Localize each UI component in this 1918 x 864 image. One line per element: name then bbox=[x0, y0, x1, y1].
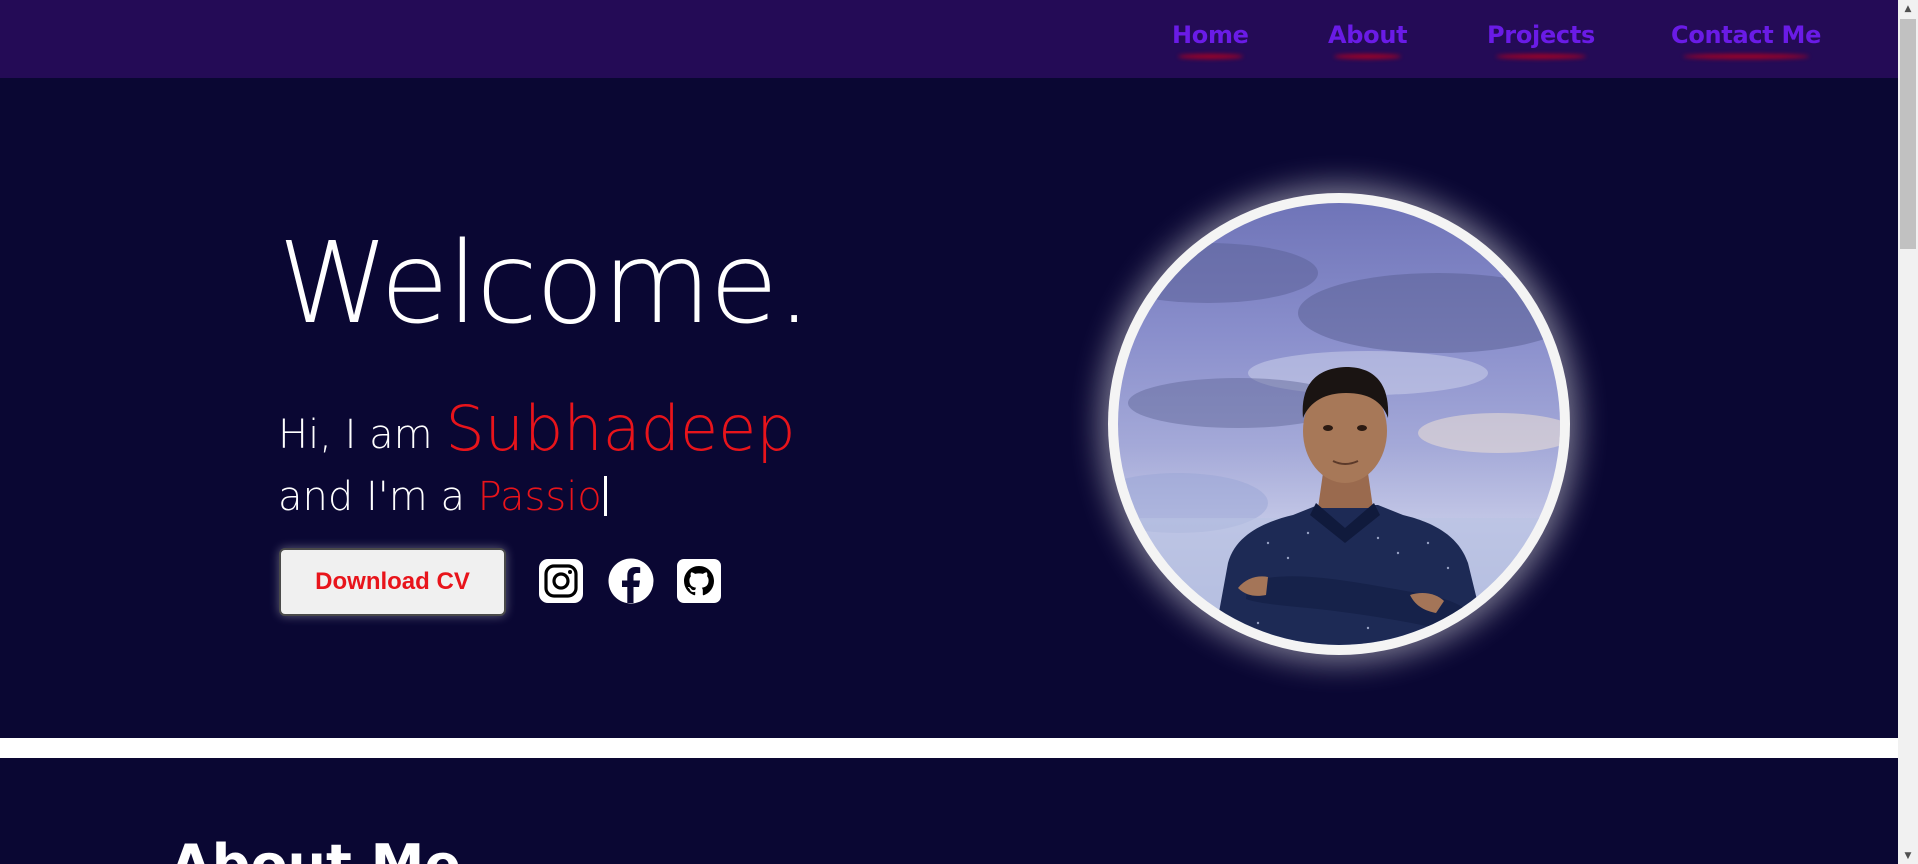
scrollbar[interactable]: ▲ ▼ bbox=[1898, 0, 1918, 864]
about-section: About Me bbox=[0, 758, 1898, 864]
nav-about-underline bbox=[1334, 54, 1401, 59]
nav-projects-link[interactable]: Projects bbox=[1487, 21, 1596, 59]
profile-frame bbox=[1108, 193, 1570, 655]
section-divider bbox=[0, 738, 1898, 758]
scroll-up-arrow-icon[interactable]: ▲ bbox=[1898, 0, 1918, 17]
nav-projects-label: Projects bbox=[1487, 21, 1596, 49]
scroll-down-arrow-icon[interactable]: ▼ bbox=[1898, 847, 1918, 864]
hero-name: Subhadeep bbox=[445, 392, 796, 465]
role-line: and I'm a Passio bbox=[278, 474, 607, 520]
profile-photo bbox=[1118, 203, 1560, 645]
top-navbar: Home About Projects Contact Me bbox=[0, 0, 1898, 78]
nav-projects-underline bbox=[1495, 54, 1587, 59]
nav-about-link[interactable]: About bbox=[1328, 21, 1408, 59]
nav-home-label: Home bbox=[1172, 21, 1249, 49]
typing-caret bbox=[603, 476, 607, 516]
role-prefix: and I'm a bbox=[278, 474, 478, 520]
facebook-icon[interactable] bbox=[608, 558, 654, 604]
download-cv-button[interactable]: Download CV bbox=[279, 548, 506, 616]
profile-photo-illustration bbox=[1118, 243, 1560, 645]
welcome-heading: Welcome. bbox=[278, 219, 812, 349]
instagram-icon[interactable] bbox=[538, 558, 584, 604]
greeting-line: Hi, I am Subhadeep bbox=[278, 392, 796, 465]
nav-contact-label: Contact Me bbox=[1671, 21, 1822, 49]
nav-home-link[interactable]: Home bbox=[1172, 21, 1249, 59]
about-heading: About Me bbox=[170, 838, 461, 864]
nav-contact-underline bbox=[1683, 54, 1810, 59]
github-icon[interactable] bbox=[676, 558, 722, 604]
nav-contact-link[interactable]: Contact Me bbox=[1671, 21, 1822, 59]
greeting-text: Hi, I am bbox=[278, 412, 446, 458]
page: Home About Projects Contact Me Welcome. … bbox=[0, 0, 1918, 864]
nav-home-underline bbox=[1178, 54, 1243, 59]
typed-role: Passio bbox=[477, 474, 602, 520]
nav-about-label: About bbox=[1328, 21, 1408, 49]
scrollbar-thumb[interactable] bbox=[1900, 19, 1916, 249]
